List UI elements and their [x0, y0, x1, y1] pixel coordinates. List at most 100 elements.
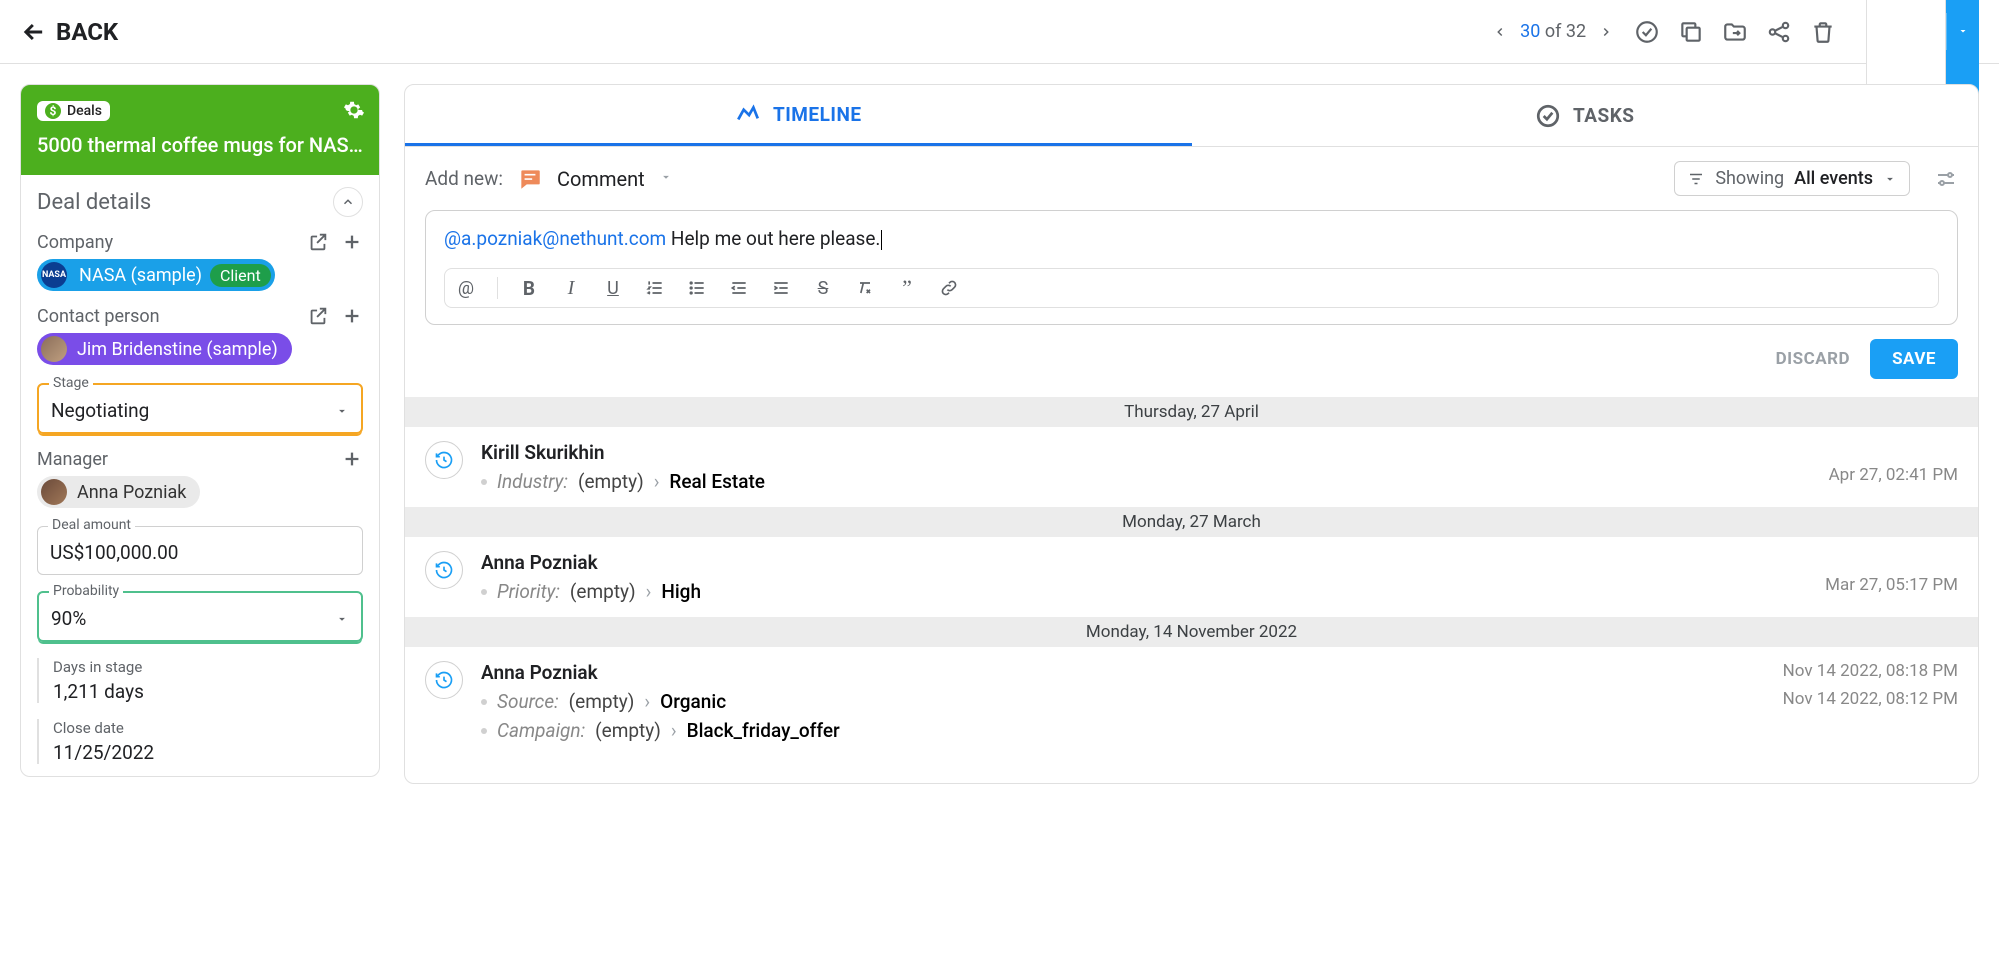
clear-format-button[interactable]	[854, 277, 876, 299]
pager-current: 30	[1520, 21, 1540, 42]
composer-toolbar: @ B I U S ”	[444, 268, 1939, 308]
manager-avatar	[41, 479, 67, 505]
contact-label: Contact person	[37, 306, 160, 327]
composer-text[interactable]: @a.pozniak@nethunt.com Help me out here …	[444, 227, 1939, 250]
unordered-list-button[interactable]	[686, 277, 708, 299]
add-new-type[interactable]: Comment	[557, 167, 645, 191]
events-filter[interactable]: Showing All events	[1674, 161, 1910, 196]
add-icon[interactable]	[341, 448, 363, 470]
gear-icon[interactable]	[343, 99, 365, 121]
entry-author: Anna Pozniak	[481, 661, 1958, 684]
history-icon	[425, 661, 463, 699]
add-icon[interactable]	[341, 231, 363, 253]
history-icon	[425, 551, 463, 589]
dollar-icon: $	[45, 103, 61, 119]
stage-label: Stage	[49, 375, 93, 391]
probability-select[interactable]: Probability 90%	[37, 591, 363, 642]
discard-button[interactable]: DISCARD	[1776, 349, 1850, 369]
close-value: 11/25/2022	[53, 741, 361, 764]
quote-button[interactable]: ”	[896, 277, 918, 299]
bullet-icon	[481, 589, 487, 595]
share-icon[interactable]	[1766, 19, 1792, 45]
check-circle-icon[interactable]	[1634, 19, 1660, 45]
back-label: BACK	[56, 18, 118, 46]
entry-author: Anna Pozniak	[481, 551, 1958, 574]
arrow-right-icon: ›	[644, 690, 650, 713]
close-label: Close date	[53, 719, 361, 737]
add-new-label: Add new:	[425, 167, 503, 190]
link-button[interactable]	[938, 277, 960, 299]
entry-timestamp: Mar 27, 05:17 PM	[1825, 575, 1958, 595]
sliders-icon[interactable]	[1934, 167, 1958, 191]
deals-badge: $ Deals	[37, 101, 110, 121]
save-button[interactable]: SAVE	[1870, 339, 1958, 379]
collapse-button[interactable]	[333, 187, 363, 217]
entry-field: Source:	[497, 690, 559, 713]
entry-author: Kirill Skurikhin	[481, 441, 1958, 464]
chevron-down-icon	[335, 404, 349, 418]
folder-move-icon[interactable]	[1722, 19, 1748, 45]
entry-timestamp: Apr 27, 02:41 PM	[1829, 465, 1958, 485]
company-name: NASA (sample)	[73, 265, 208, 286]
entry-new-value: Black_friday_offer	[687, 719, 840, 742]
entry-old-value: (empty)	[578, 470, 644, 493]
amount-label: Deal amount	[48, 517, 135, 533]
back-button[interactable]: BACK	[20, 18, 118, 46]
main-panel: TIMELINE TASKS Add new: Comment Showing …	[404, 84, 1979, 784]
contact-chip[interactable]: Jim Bridenstine (sample)	[37, 333, 292, 365]
contact-name: Jim Bridenstine (sample)	[73, 339, 288, 360]
entry-timestamp: Nov 14 2022, 08:12 PM	[1783, 689, 1958, 709]
section-title: Deal details	[37, 190, 151, 215]
add-icon[interactable]	[341, 305, 363, 327]
outdent-button[interactable]	[728, 277, 750, 299]
trash-icon[interactable]	[1810, 19, 1836, 45]
filter-icon	[1687, 170, 1705, 188]
entry-old-value: (empty)	[595, 719, 661, 742]
italic-button[interactable]: I	[560, 277, 582, 299]
history-icon	[425, 441, 463, 479]
copy-icon[interactable]	[1678, 19, 1704, 45]
bullet-icon	[481, 479, 487, 485]
underline-button[interactable]: U	[602, 277, 624, 299]
strikethrough-button[interactable]: S	[812, 277, 834, 299]
pager-prev[interactable]	[1490, 22, 1510, 42]
entry-timestamp: Nov 14 2022, 08:18 PM	[1783, 661, 1958, 681]
pager: 30 of 32	[1490, 21, 1616, 42]
entry-new-value: Organic	[660, 690, 726, 713]
nasa-avatar: NASA	[41, 262, 67, 288]
date-separator: Monday, 14 November 2022	[405, 617, 1978, 647]
add-new-dropdown[interactable]	[659, 168, 673, 189]
new-button-dropdown[interactable]	[1946, 13, 1979, 50]
company-chip[interactable]: NASA NASA (sample) Client	[37, 259, 275, 291]
ordered-list-button[interactable]	[644, 277, 666, 299]
entry-new-value: Real Estate	[669, 470, 765, 493]
close-date: Close date 11/25/2022	[37, 719, 363, 764]
pager-next[interactable]	[1596, 22, 1616, 42]
chevron-down-icon	[335, 612, 349, 626]
tab-timeline[interactable]: TIMELINE	[405, 85, 1192, 146]
indent-button[interactable]	[770, 277, 792, 299]
bullet-icon	[481, 699, 487, 705]
amount-field[interactable]: Deal amount US$100,000.00	[37, 526, 363, 575]
comment-composer[interactable]: @a.pozniak@nethunt.com Help me out here …	[425, 210, 1958, 325]
comment-icon	[517, 166, 543, 192]
timeline-entry: Anna Pozniak Source: (empty) › Organic C…	[405, 647, 1978, 756]
manager-chip[interactable]: Anna Pozniak	[37, 476, 200, 508]
manager-name: Anna Pozniak	[73, 482, 196, 503]
manager-label: Manager	[37, 449, 108, 470]
mention[interactable]: @a.pozniak@nethunt.com	[444, 227, 666, 250]
date-separator: Thursday, 27 April	[405, 397, 1978, 427]
days-label: Days in stage	[53, 658, 361, 676]
open-external-icon[interactable]	[307, 305, 329, 327]
amount-value: US$100,000.00	[50, 541, 178, 564]
bold-button[interactable]: B	[518, 277, 540, 299]
entry-field: Priority:	[497, 580, 560, 603]
entry-field: Industry:	[497, 470, 568, 493]
open-external-icon[interactable]	[307, 231, 329, 253]
text-cursor	[881, 230, 882, 250]
days-value: 1,211 days	[53, 680, 361, 703]
tab-tasks[interactable]: TASKS	[1192, 85, 1979, 146]
tasks-icon	[1535, 103, 1561, 129]
stage-select[interactable]: Stage Negotiating	[37, 383, 363, 434]
mention-button[interactable]: @	[455, 277, 477, 299]
